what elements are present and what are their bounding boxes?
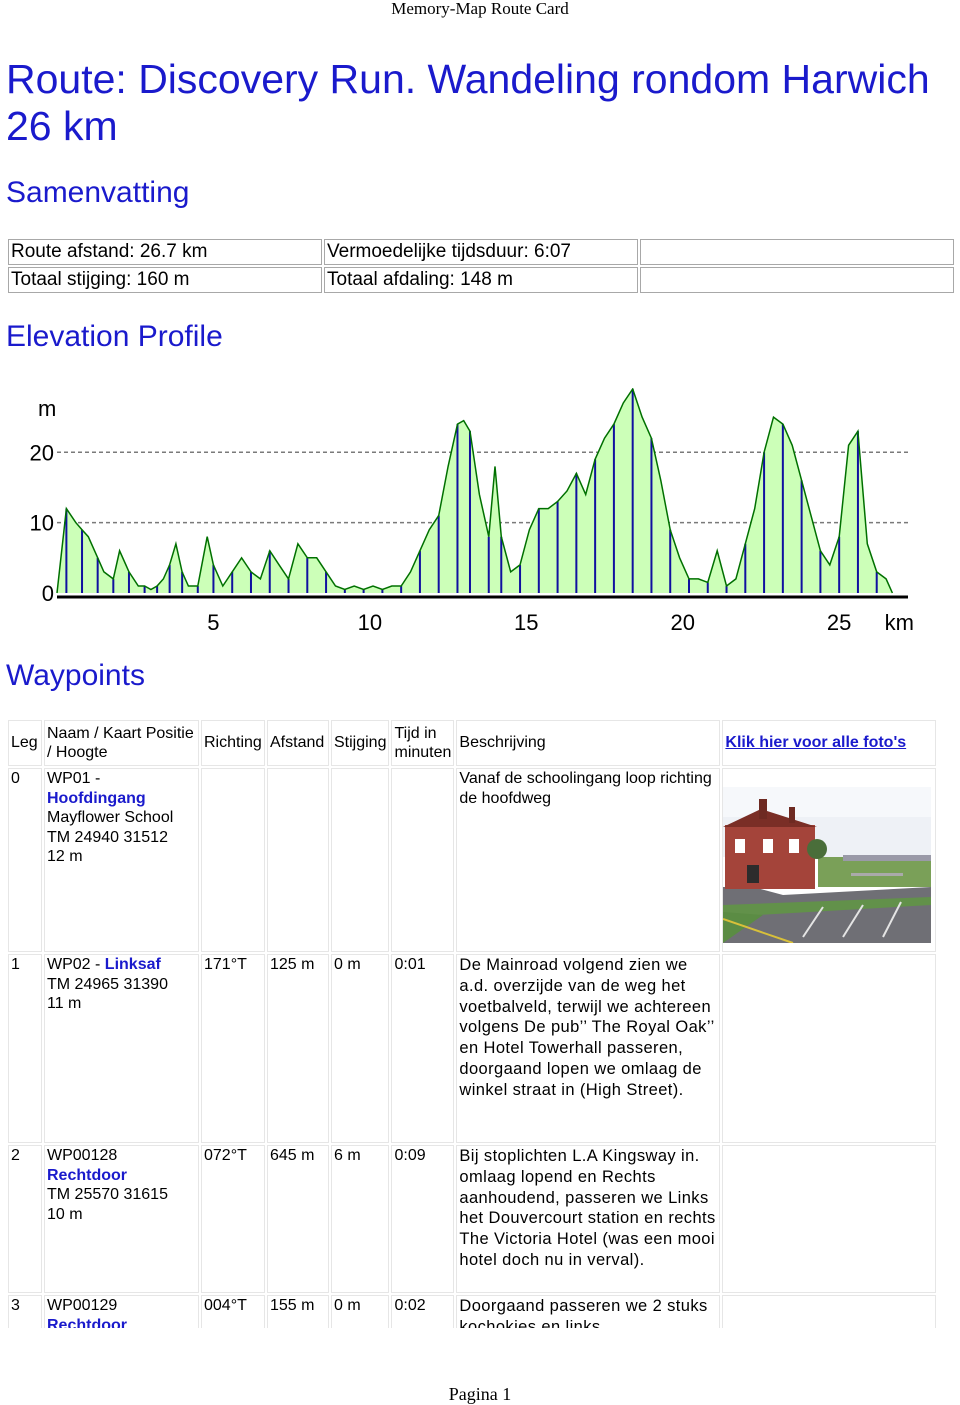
time: 0:01 (391, 954, 455, 1143)
waypoints-heading: Waypoints (6, 659, 145, 692)
leg-number: 1 (8, 954, 42, 1143)
table-header-row: Leg Naam / Kaart Positie / Hoogte Richti… (8, 720, 937, 766)
leg-number: 2 (8, 1145, 42, 1293)
x-tick-label: 5 (207, 610, 219, 634)
header-description: Beschrijving (456, 720, 721, 766)
photo-cell (722, 1145, 937, 1293)
page-header: Memory-Map Route Card (391, 0, 569, 18)
empty-cell (640, 267, 954, 293)
elevation-heading: Elevation Profile (6, 320, 223, 353)
photo-cell (722, 954, 937, 1143)
route-title: Route: Discovery Run. Wandeling rondom H… (6, 56, 930, 149)
waypoint-link[interactable]: Linksaf (105, 956, 161, 973)
waypoint-cell: WP02 - Linksaf TM 24965 31390 11 m (44, 954, 199, 1143)
height: 12 m (47, 848, 83, 865)
x-tick-label: 15 (514, 610, 538, 634)
climb: 6 m (331, 1145, 390, 1293)
distance (267, 768, 329, 952)
description: De Mainroad volgend zien we a.d. overzij… (456, 954, 721, 1143)
waypoint-id: WP00128 (47, 1147, 118, 1164)
summary-table: Route afstand: 26.7 km Vermoedelijke tij… (6, 237, 956, 295)
summary-heading: Samenvatting (6, 176, 190, 209)
table-row: 1 WP02 - Linksaf TM 24965 31390 11 m 171… (8, 954, 937, 1143)
y-tick-label: 0 (42, 581, 54, 606)
description: Vanaf de schoolingang loop richting de h… (456, 768, 721, 952)
elevation-profile-chart: m 0 10 20 5 10 15 20 25 km (30, 388, 914, 634)
waypoint-id: WP02 - (47, 956, 101, 973)
description: Bij stoplichten L.A Kingsway in. omlaag … (456, 1145, 721, 1293)
route-distance: Route afstand: 26.7 km (8, 239, 322, 265)
climb: 0 m (331, 954, 390, 1143)
photo-cell (722, 768, 937, 952)
waypoints-table: Leg Naam / Kaart Positie / Hoogte Richti… (6, 718, 938, 1341)
time (391, 768, 455, 952)
waypoint-id: WP00129 (47, 1297, 118, 1314)
waypoint-cell: WP01 - Hoofdingang Mayflower School TM 2… (44, 768, 199, 952)
table-row: 0 WP01 - Hoofdingang Mayflower School TM… (8, 768, 937, 952)
all-photos-link[interactable]: Klik hier voor alle foto's (725, 734, 906, 751)
time: 0:09 (391, 1145, 455, 1293)
grid-reference: TM 25570 31615 (47, 1186, 168, 1203)
place-name: Mayflower School (47, 809, 174, 826)
distance: 125 m (267, 954, 329, 1143)
table-row: 2 WP00128 Rechtdoor TM 25570 31615 10 m … (8, 1145, 937, 1293)
direction (201, 768, 265, 952)
direction: 171°T (201, 954, 265, 1143)
header-direction: Richting (201, 720, 265, 766)
page-footer: Pagina 1 (448, 1384, 512, 1404)
header-climb: Stijging (331, 720, 390, 766)
y-tick-label: 20 (30, 440, 54, 465)
x-tick-label: 25 (827, 610, 851, 634)
y-axis-label: m (38, 396, 56, 421)
height: 11 m (47, 995, 82, 1012)
header-leg: Leg (8, 720, 42, 766)
y-tick-label: 10 (30, 511, 54, 536)
x-axis-label: km (885, 610, 914, 634)
climb (331, 768, 390, 952)
waypoint-link[interactable]: Hoofdingang (47, 790, 146, 807)
header-time: Tijd in minuten (391, 720, 455, 766)
total-descent: Totaal afdaling: 148 m (324, 267, 638, 293)
leg-number: 0 (8, 768, 42, 952)
total-ascent: Totaal stijging: 160 m (8, 267, 322, 293)
height: 10 m (47, 1205, 83, 1223)
x-tick-label: 10 (358, 610, 382, 634)
distance: 645 m (267, 1145, 329, 1293)
waypoint-photo[interactable] (723, 787, 932, 944)
direction: 072°T (201, 1145, 265, 1293)
grid-reference: TM 24940 31512 (47, 828, 168, 846)
empty-cell (640, 239, 954, 265)
estimated-duration: Vermoedelijke tijdsduur: 6:07 (324, 239, 638, 265)
page-break-mask (0, 1328, 960, 1378)
waypoint-id: WP01 - (47, 770, 101, 787)
grid-reference: TM 24965 31390 (47, 975, 168, 993)
waypoint-cell: WP00128 Rechtdoor TM 25570 31615 10 m (44, 1145, 199, 1293)
header-name: Naam / Kaart Positie / Hoogte (44, 720, 199, 766)
elevation-area (57, 389, 893, 593)
x-tick-label: 20 (670, 610, 694, 634)
header-distance: Afstand (267, 720, 329, 766)
waypoint-link[interactable]: Rechtdoor (47, 1167, 127, 1184)
header-photos: Klik hier voor alle foto's (722, 720, 937, 766)
